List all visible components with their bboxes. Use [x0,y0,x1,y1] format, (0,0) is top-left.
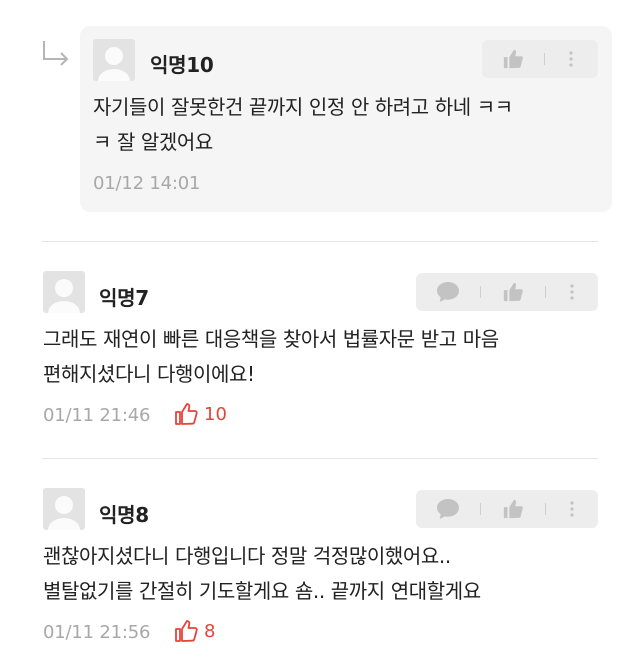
comment-author[interactable]: 익명7 [99,282,149,311]
reply-button[interactable] [416,490,480,528]
comment-text-line: 편해지셨다니 다행이에요! [43,362,255,386]
comment-author[interactable]: 익명8 [99,499,149,528]
comment-text: 괜찮아지셨다니 다행입니다 정말 걱정많이했어요.. 별탈없기를 간절히 기도할… [43,539,481,609]
comment-divider [42,241,598,242]
comment-text-line: ㅋ 잘 알겠어요 [93,130,213,154]
comment-text-line: 괜찮아지셨다니 다행입니다 정말 걱정많이했어요.. [43,544,451,568]
like-count-button[interactable]: 8 [174,619,215,643]
comment-author[interactable]: 익명10 [150,49,214,78]
reply-button[interactable] [416,273,480,311]
comment-text-line: 그래도 재연이 빠른 대응책을 찾아서 법률자문 받고 마음 [43,327,499,351]
thumbs-up-outline-icon [175,620,198,642]
reply-arrow-icon [43,41,69,66]
comment-actions [416,273,598,311]
more-vertical-icon [570,501,574,517]
like-count-button[interactable]: 10 [174,402,227,426]
comment-text: 그래도 재연이 빠른 대응책을 찾아서 법률자문 받고 마음 편해지셨다니 다행… [43,322,499,392]
avatar[interactable] [93,39,135,81]
comment-timestamp: 01/11 21:46 [43,405,151,426]
comment-timestamp: 01/11 21:56 [43,622,151,643]
comment-bubble-icon [437,499,459,519]
more-button[interactable] [546,273,598,311]
comment-text-line: 자기들이 잘못한건 끝까지 인정 안 하려고 하네 ㅋㅋ [93,95,513,119]
comment-text: 자기들이 잘못한건 끝까지 인정 안 하려고 하네 ㅋㅋ ㅋ 잘 알겠어요 [93,90,513,160]
more-button[interactable] [545,40,597,78]
avatar[interactable] [43,488,85,530]
thumbs-up-outline-icon [175,403,198,425]
comment-text-line: 별탈없기를 간절히 기도할게요 숌.. 끝까지 연대할게요 [43,579,481,603]
like-button[interactable] [482,40,544,78]
comment-actions [482,40,598,78]
more-vertical-icon [570,284,574,300]
like-count: 10 [204,403,227,425]
like-button[interactable] [481,490,545,528]
more-vertical-icon [569,51,573,67]
comment-timestamp: 01/12 14:01 [93,173,201,194]
comment-bubble-icon [437,282,459,302]
comment-actions [416,490,598,528]
avatar[interactable] [43,271,85,313]
more-button[interactable] [546,490,598,528]
like-count: 8 [204,620,216,642]
thumbs-up-icon [503,499,523,519]
comment-divider [42,458,598,459]
thumbs-up-icon [503,282,523,302]
thumbs-up-icon [503,49,523,69]
like-button[interactable] [481,273,545,311]
